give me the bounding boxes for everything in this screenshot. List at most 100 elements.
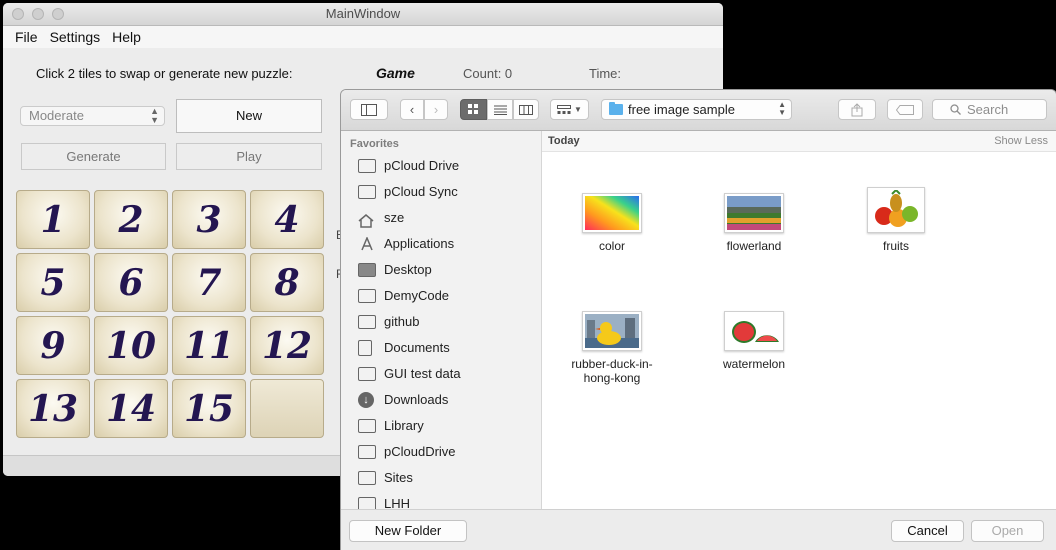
puzzle-tile[interactable]: 8 [250, 253, 324, 312]
open-file-dialog: ‹ › ▼ free image sample ▲ ▼ Search Favor… [341, 90, 1056, 550]
file-name: color [598, 239, 625, 253]
sidebar-item-label: Downloads [384, 392, 449, 407]
image-thumbnail [582, 193, 642, 233]
puzzle-tile[interactable]: 3 [172, 190, 246, 249]
tags-button[interactable] [887, 99, 923, 120]
menu-bar: File Settings Help [3, 26, 723, 48]
sidebar-item-label: GUI test data [384, 366, 461, 381]
list-icon [493, 105, 507, 115]
sidebar-item-documents[interactable]: Documents [358, 335, 450, 361]
sidebar-item-lhh[interactable]: LHH [358, 491, 410, 509]
sidebar-item-library[interactable]: Library [358, 413, 424, 439]
menu-help[interactable]: Help [100, 26, 141, 48]
difficulty-select[interactable]: Moderate ▲ ▼ [20, 106, 165, 126]
columns-icon [519, 104, 533, 115]
sidebar-item-downloads[interactable]: ↓ Downloads [358, 387, 448, 413]
icon-view-button[interactable] [460, 99, 487, 120]
group-by-button[interactable]: ▼ [550, 99, 589, 120]
share-icon [851, 102, 863, 116]
puzzle-tile[interactable]: 5 [16, 253, 90, 312]
menu-settings[interactable]: Settings [38, 26, 101, 48]
cancel-button[interactable]: Cancel [891, 520, 964, 542]
zoom-window-button[interactable] [52, 8, 64, 20]
dialog-footer: New Folder Cancel Open [341, 509, 1056, 550]
empty-tile[interactable] [250, 379, 324, 438]
time-label: Time: [589, 66, 622, 81]
puzzle-tile[interactable]: 11 [172, 316, 246, 375]
folder-icon [358, 471, 376, 485]
tag-icon [896, 104, 914, 115]
sidebar-item-pcloud-drive[interactable]: pCloud Drive [358, 153, 459, 179]
show-less-link[interactable]: Show Less [994, 131, 1048, 151]
file-item-watermelon[interactable]: watermelon [699, 311, 809, 371]
sidebar-item-label: sze [384, 210, 405, 225]
sidebar-item-sze[interactable]: sze [358, 205, 404, 231]
sidebar-item-github[interactable]: github [358, 309, 419, 335]
location-popup[interactable]: free image sample ▲ ▼ [601, 99, 792, 120]
image-thumbnail [867, 187, 925, 233]
file-item-color[interactable]: color [557, 193, 667, 253]
puzzle-tile[interactable]: 4 [250, 190, 324, 249]
new-folder-button[interactable]: New Folder [349, 520, 467, 542]
list-view-button[interactable] [487, 99, 513, 120]
puzzle-tile[interactable]: 6 [94, 253, 168, 312]
sidebar-item-desktop[interactable]: Desktop [358, 257, 432, 283]
puzzle-tile[interactable]: 13 [16, 379, 90, 438]
updown-chevron-icon: ▲ ▼ [150, 106, 159, 125]
puzzle-tile[interactable]: 7 [172, 253, 246, 312]
sidebar-item-applications[interactable]: Applications [358, 231, 454, 257]
puzzle-tile[interactable]: 1 [16, 190, 90, 249]
column-view-button[interactable] [513, 99, 539, 120]
puzzle-tile[interactable]: 12 [250, 316, 324, 375]
folder-icon [358, 497, 376, 509]
file-item-rubber-duck[interactable]: rubber-duck-in-hong-kong [557, 311, 667, 385]
chevron-right-icon: › [433, 102, 439, 117]
sidebar-item-pcloud-sync[interactable]: pCloud Sync [358, 179, 458, 205]
chevron-left-icon: ‹ [409, 102, 415, 117]
updown-chevron-icon: ▲ ▼ [778, 100, 786, 117]
new-button[interactable]: New [176, 99, 322, 133]
sidebar-icon [361, 103, 377, 116]
puzzle-tile[interactable]: 9 [16, 316, 90, 375]
sidebar-item-demycode[interactable]: DemyCode [358, 283, 449, 309]
open-button[interactable]: Open [971, 520, 1044, 542]
sidebar-item-label: pCloud Sync [384, 184, 458, 199]
sidebar-item-label: Applications [384, 236, 455, 251]
folder-icon [358, 445, 376, 459]
folder-icon [358, 367, 376, 381]
puzzle-tile[interactable]: 14 [94, 379, 168, 438]
sidebar-item-sites[interactable]: Sites [358, 465, 413, 491]
generate-button[interactable]: Generate [21, 143, 166, 170]
difficulty-value: Moderate [29, 108, 84, 123]
puzzle-tile[interactable]: 15 [172, 379, 246, 438]
puzzle-tile[interactable]: 2 [94, 190, 168, 249]
forward-button[interactable]: › [424, 99, 448, 120]
minimize-window-button[interactable] [32, 8, 44, 20]
grid-icon [468, 104, 478, 114]
folder-icon [358, 289, 376, 303]
back-button[interactable]: ‹ [400, 99, 424, 120]
puzzle-tile[interactable]: 10 [94, 316, 168, 375]
file-browser: Today Show Less color flowerland fruits [542, 131, 1056, 509]
chevron-down-icon: ▼ [574, 105, 582, 114]
menu-file[interactable]: File [3, 26, 38, 48]
sidebar-item-label: LHH [384, 496, 411, 509]
sidebar-item-label: Sites [384, 470, 413, 485]
search-field[interactable]: Search [932, 99, 1047, 120]
main-title-bar: MainWindow [3, 3, 723, 26]
close-window-button[interactable] [12, 8, 24, 20]
file-name: rubber-duck-in-hong-kong [571, 357, 653, 385]
group-grid-icon [557, 104, 572, 114]
sidebar-toggle-button[interactable] [350, 99, 388, 120]
sidebar-item-pclouddrive[interactable]: pCloudDrive [358, 439, 456, 465]
game-title: Game [376, 65, 415, 81]
share-button[interactable] [838, 99, 876, 120]
sidebar-item-gui-test-data[interactable]: GUI test data [358, 361, 461, 387]
file-name: watermelon [722, 357, 786, 371]
play-button[interactable]: Play [176, 143, 322, 170]
file-item-flowerland[interactable]: flowerland [699, 193, 809, 253]
file-item-fruits[interactable]: fruits [841, 187, 951, 253]
image-thumbnail [724, 193, 784, 233]
section-header: Today Show Less [542, 131, 1056, 152]
puzzle-grid: 1 2 3 4 5 6 7 8 9 10 11 12 13 14 15 [16, 190, 328, 442]
